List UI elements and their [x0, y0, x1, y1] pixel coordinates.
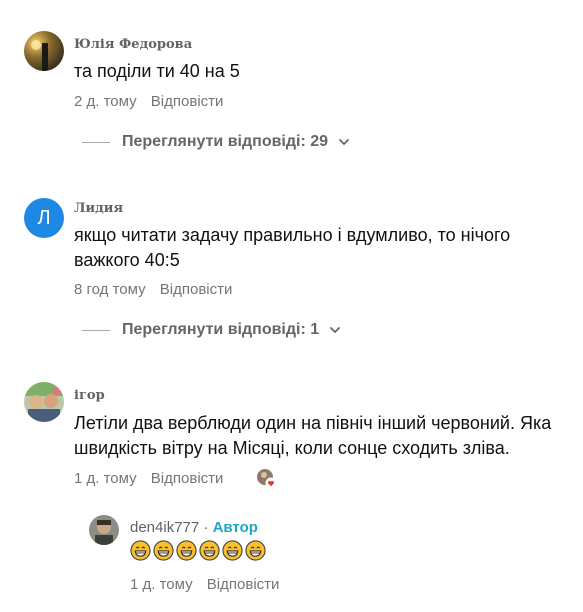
reply-button[interactable]: Відповісти	[160, 281, 233, 298]
reply-button[interactable]: Відповісти	[151, 470, 224, 487]
avatar[interactable]	[89, 515, 119, 545]
view-replies-button[interactable]: Переглянути відповіді: 29	[82, 133, 351, 151]
divider	[82, 141, 110, 143]
grinning-face-icon	[176, 540, 197, 561]
avatar[interactable]	[24, 382, 64, 422]
reply-button[interactable]: Відповісти	[207, 576, 280, 593]
avatar[interactable]	[24, 31, 64, 71]
grinning-face-icon	[130, 540, 151, 561]
chevron-down-icon	[339, 139, 349, 146]
comment-meta: 8 год тому Відповісти	[74, 281, 232, 298]
author-name[interactable]: den4ik777	[130, 519, 199, 536]
separator: ·	[203, 519, 209, 536]
avatar[interactable]: Л	[24, 198, 64, 238]
grinning-face-icon	[153, 540, 174, 561]
comment-text: та поділи ти 40 на 5	[74, 61, 240, 81]
author-name[interactable]: Юлія Федорова	[74, 37, 192, 52]
comment-text-line: Летіли два верблюди один на північ інший…	[74, 413, 552, 433]
divider	[82, 329, 110, 331]
avatar-image	[89, 515, 119, 545]
avatar-image	[24, 31, 64, 71]
comment-meta: 2 д. тому Відповісти	[74, 93, 223, 110]
avatar-letter: Л	[37, 206, 51, 229]
timestamp[interactable]: 2 д. тому	[74, 93, 137, 110]
view-replies-label: Переглянути відповіді: 1	[122, 321, 320, 338]
author-name[interactable]: Лидия	[74, 201, 123, 216]
grinning-face-icon	[245, 540, 266, 561]
grinning-face-icon	[222, 540, 243, 561]
chevron-down-icon	[330, 327, 341, 334]
reply-button[interactable]: Відповісти	[151, 93, 224, 110]
view-replies-button[interactable]: Переглянути відповіді: 1	[82, 321, 342, 339]
comment-text-line: важкого 40:5	[74, 250, 180, 270]
reply-header: den4ik777 · Автор	[130, 519, 258, 536]
avatar-image	[24, 382, 64, 422]
creator-heart-icon	[256, 468, 277, 489]
view-replies-label: Переглянути відповіді: 29	[122, 133, 329, 150]
emoji-row	[130, 540, 266, 561]
author-badge: Автор	[212, 519, 258, 536]
timestamp[interactable]: 8 год тому	[74, 281, 146, 298]
comment-text-line: швидкість вітру на Місяці, коли сонце сх…	[74, 438, 510, 458]
timestamp[interactable]: 1 д. тому	[74, 470, 137, 487]
grinning-face-icon	[199, 540, 220, 561]
author-name[interactable]: ігор	[74, 388, 105, 403]
comment-meta: 1 д. тому Відповісти	[74, 470, 223, 487]
comment-meta: 1 д. тому Відповісти	[130, 576, 279, 593]
timestamp[interactable]: 1 д. тому	[130, 576, 193, 593]
comment-text-line: якщо читати задачу правильно і вдумливо,…	[74, 225, 511, 245]
